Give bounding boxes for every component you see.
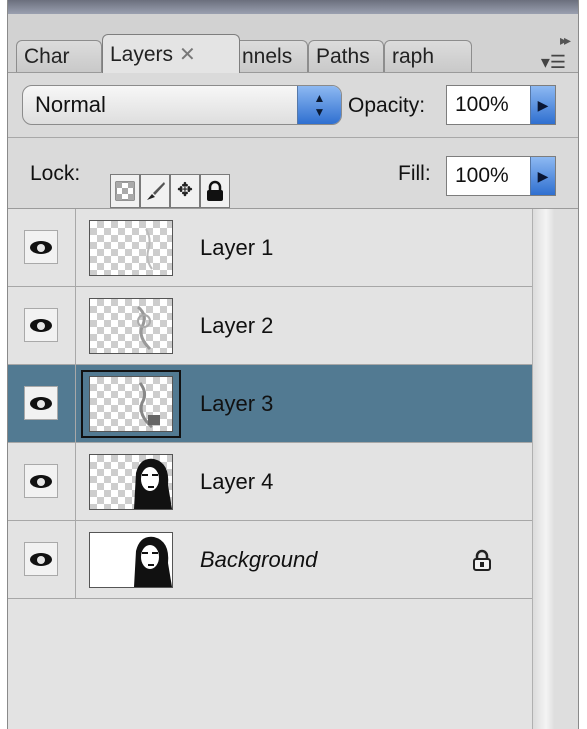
- panel-collapse-icon[interactable]: ▸▸: [560, 32, 571, 49]
- blend-mode-value: Normal: [35, 92, 106, 117]
- close-icon[interactable]: ✕: [179, 44, 196, 66]
- tab-label: Char: [24, 45, 70, 68]
- layer-name: Layer 1: [200, 235, 274, 260]
- fill-slider-arrow-icon[interactable]: ▶: [530, 157, 555, 195]
- layer-list-scrollbar[interactable]: [532, 209, 556, 729]
- divider: [75, 443, 76, 521]
- tab-paths[interactable]: Paths: [308, 40, 384, 72]
- blend-opacity-row: Normal ▲ ▼ Opacity: 100% ▶: [8, 73, 578, 138]
- divider: [75, 365, 76, 443]
- lock-fill-row: Lock: ✥ Fill: 100% ▶: [8, 138, 578, 209]
- layer-row-selected[interactable]: Layer 3: [8, 365, 532, 443]
- panel-menu-icon[interactable]: ▾☰: [541, 52, 566, 73]
- lock-move-icon[interactable]: ✥: [170, 174, 200, 208]
- opacity-field[interactable]: 100% ▶: [446, 85, 556, 125]
- layer-row[interactable]: Layer 4: [8, 443, 532, 521]
- tab-channels[interactable]: nnels: [234, 40, 308, 72]
- layers-panel: Char Layers ✕ nnels Paths raph ▸▸ ▾☰ Norm…: [7, 0, 579, 729]
- eye-icon[interactable]: [24, 230, 58, 264]
- eye-icon[interactable]: [24, 308, 58, 342]
- divider: [75, 521, 76, 599]
- tab-histogram[interactable]: raph: [384, 40, 472, 72]
- eye-icon[interactable]: [24, 464, 58, 498]
- panel-top-strip: [8, 0, 578, 14]
- eye-icon[interactable]: [24, 542, 58, 576]
- lock-label: Lock:: [30, 162, 81, 185]
- layer-name: Layer 4: [200, 469, 274, 494]
- lock-all-icon[interactable]: [200, 174, 230, 208]
- padlock-icon: [473, 549, 491, 576]
- select-arrows-icon: ▲ ▼: [297, 86, 341, 124]
- fill-value: 100%: [455, 164, 509, 187]
- divider: [75, 287, 76, 365]
- fill-label: Fill:: [398, 162, 431, 185]
- tab-layers[interactable]: Layers ✕: [102, 34, 240, 73]
- tab-bar: Char Layers ✕ nnels Paths raph ▸▸ ▾☰: [8, 14, 578, 73]
- blend-mode-select[interactable]: Normal ▲ ▼: [22, 85, 342, 125]
- layer-thumbnail: [89, 532, 173, 588]
- layer-row-background[interactable]: Background: [8, 521, 532, 599]
- lock-transparency-icon[interactable]: [110, 174, 140, 208]
- opacity-slider-arrow-icon[interactable]: ▶: [530, 86, 555, 124]
- layer-row[interactable]: Layer 2: [8, 287, 532, 365]
- divider: [75, 209, 76, 287]
- layer-thumbnail: [89, 220, 173, 276]
- lock-paint-icon[interactable]: [140, 174, 170, 208]
- panel-margin: [554, 209, 578, 729]
- lock-buttons: ✥: [110, 156, 296, 208]
- layer-thumbnail: [89, 454, 173, 510]
- layer-name: Background: [200, 547, 318, 572]
- layer-thumbnail: [89, 298, 173, 354]
- layer-thumbnail: [89, 376, 173, 432]
- layer-name: Layer 3: [200, 391, 274, 416]
- tab-label: nnels: [242, 45, 293, 68]
- tab-label: Paths: [316, 45, 370, 68]
- layer-row[interactable]: Layer 1: [8, 209, 532, 287]
- layer-list: Layer 1 Layer 2 Layer 3 Layer 4 Backgrou…: [8, 209, 532, 729]
- tab-label: raph: [392, 45, 435, 68]
- tab-label: Layers: [110, 43, 174, 66]
- fill-field[interactable]: 100% ▶: [446, 156, 556, 196]
- tab-character[interactable]: Char: [16, 40, 102, 72]
- opacity-label: Opacity:: [348, 94, 426, 117]
- layer-name: Layer 2: [200, 313, 274, 338]
- eye-icon[interactable]: [24, 386, 58, 420]
- opacity-value: 100%: [455, 93, 509, 116]
